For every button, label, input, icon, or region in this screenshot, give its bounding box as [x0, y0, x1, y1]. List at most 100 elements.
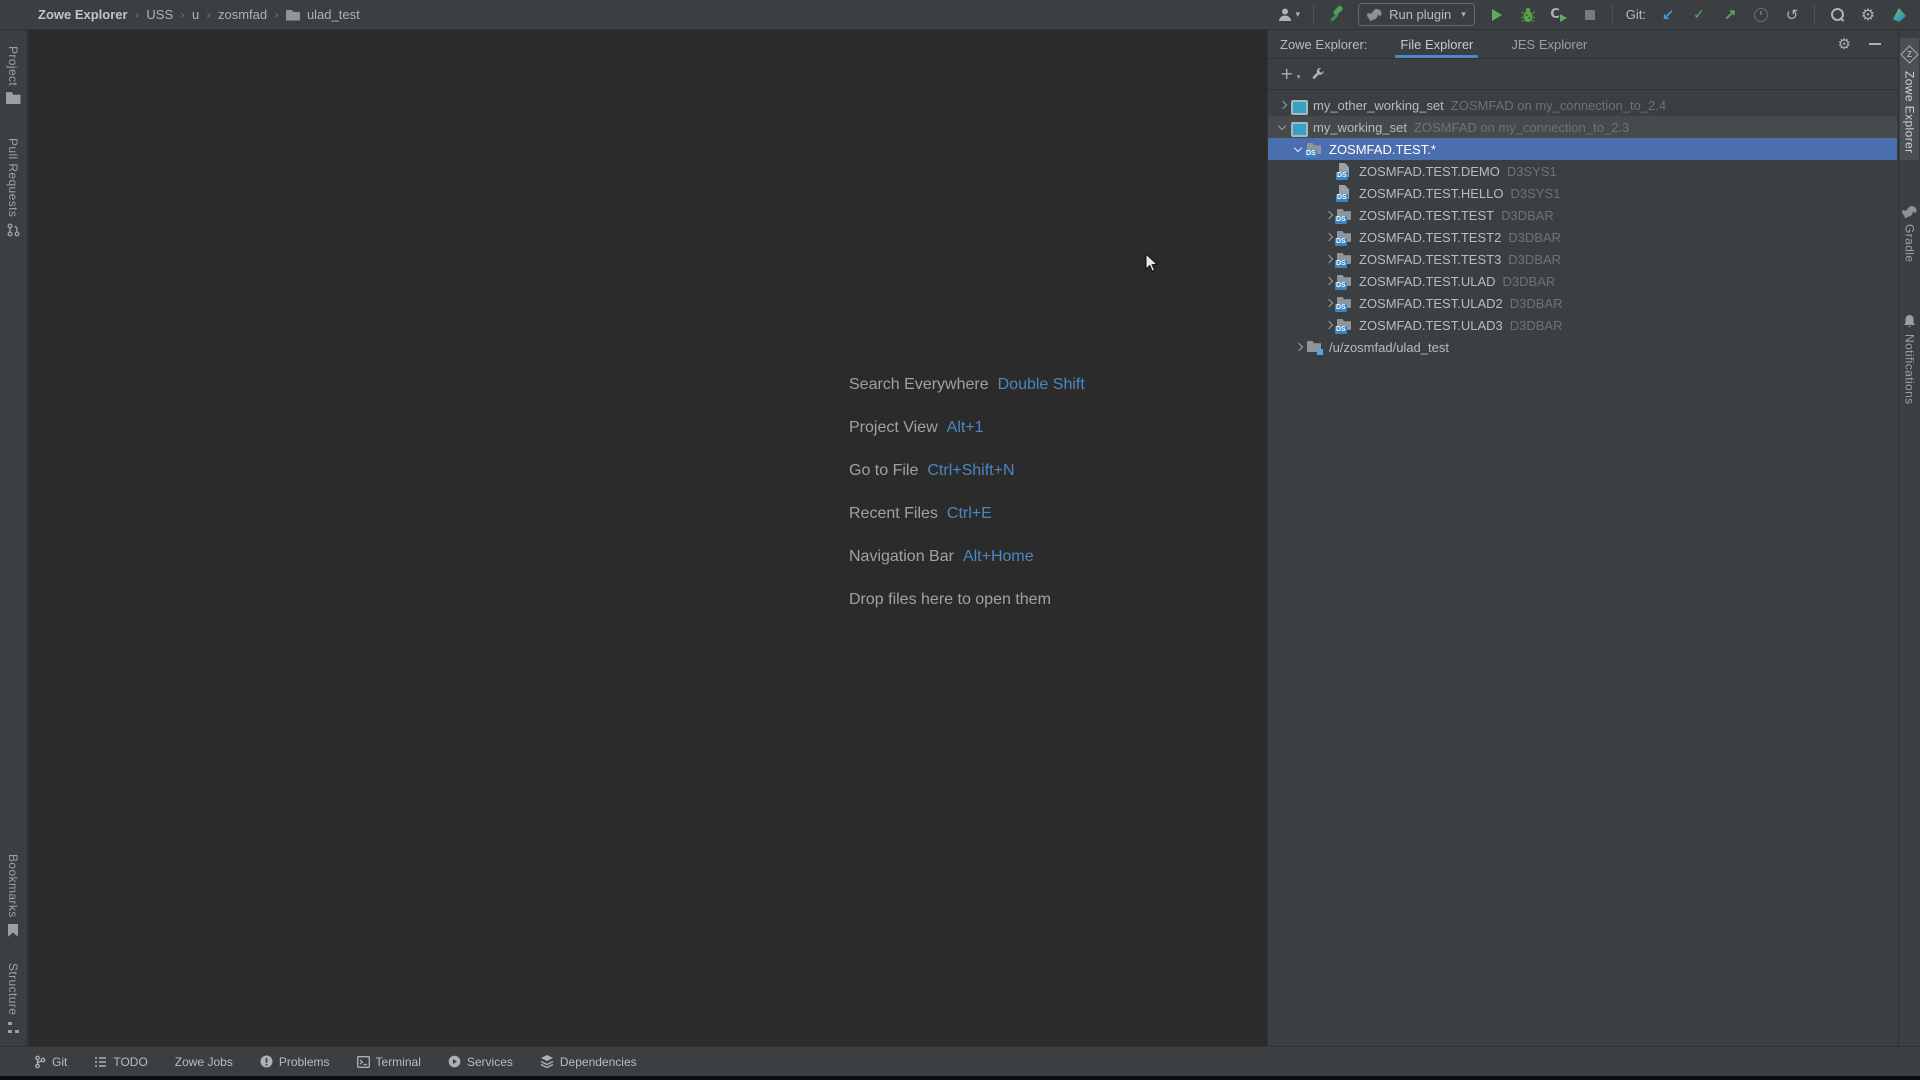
chevron-right-icon[interactable] [1320, 295, 1336, 311]
breadcrumb-separator: › [180, 8, 185, 22]
toolwindow-dependencies[interactable]: Dependencies [540, 1055, 637, 1069]
run-configuration-select[interactable]: Run plugin ▾ [1358, 3, 1475, 26]
toolwindow-terminal[interactable]: Terminal [357, 1055, 421, 1069]
toolwindow-zowe-jobs[interactable]: Zowe Jobs [175, 1055, 233, 1069]
shortcut-label: Navigation Bar [849, 548, 954, 566]
toolwindow-problems[interactable]: Problems [260, 1055, 330, 1069]
tab-jes-explorer[interactable]: JES Explorer [1506, 30, 1592, 58]
tab-file-explorer[interactable]: File Explorer [1395, 30, 1478, 58]
tree-row[interactable]: ZOSMFAD.TEST.TESTD3DBAR [1268, 204, 1897, 226]
tree-item-name: ZOSMFAD.TEST.TEST [1359, 208, 1494, 223]
search-everywhere-icon[interactable] [1828, 4, 1846, 26]
debug-icon[interactable] [1519, 4, 1537, 26]
tree-row[interactable]: ZOSMFAD.TEST.TEST3D3DBAR [1268, 248, 1897, 270]
ds-folder-icon [1306, 141, 1323, 157]
chevron-right-icon[interactable] [1320, 207, 1336, 223]
shortcut-label: Go to File [849, 462, 918, 480]
tree-row[interactable]: ZOSMFAD.TEST.ULAD2D3DBAR [1268, 292, 1897, 314]
shortcut-label: Search Everywhere [849, 376, 989, 394]
ds-file-icon [1336, 185, 1353, 201]
stripe-button-pull-requests[interactable]: Pull Requests [4, 132, 23, 243]
breadcrumb: Zowe Explorer › USS › u › zosmfad › ulad… [0, 7, 360, 22]
right-tool-window-stripe: Z Zowe Explorer Gradle Notifications [1898, 30, 1920, 1046]
ds-folder-icon [1336, 207, 1353, 223]
git-commit-icon[interactable]: ✓ [1690, 4, 1708, 26]
chevron-right-icon[interactable] [1320, 229, 1336, 245]
folder-icon [6, 92, 21, 104]
stripe-button-zowe-explorer[interactable]: Z Zowe Explorer [1900, 38, 1919, 160]
divider [1313, 5, 1314, 24]
mouse-cursor [1145, 253, 1159, 278]
settings-gear-icon[interactable]: ⚙ [1859, 4, 1877, 26]
chevron-down-icon[interactable] [1274, 119, 1290, 135]
left-tool-window-stripe: Project Pull Requests Bookmarks Structur… [0, 30, 27, 1046]
tree-row[interactable]: ZOSMFAD.TEST.ULAD3D3DBAR [1268, 314, 1897, 336]
breadcrumb-item[interactable]: Zowe Explorer [38, 7, 128, 22]
bookmark-icon [8, 924, 18, 937]
stripe-button-structure[interactable]: Structure [4, 957, 22, 1040]
git-push-icon[interactable]: ↗ [1721, 4, 1739, 26]
tree-row[interactable]: my_working_setZOSMFAD on my_connection_t… [1268, 116, 1897, 138]
plugin-gem-icon[interactable] [1890, 4, 1908, 26]
git-update-icon[interactable]: ↙ [1659, 4, 1677, 26]
user-dropdown-icon[interactable]: ▾ [1277, 4, 1301, 26]
chevron-right-icon[interactable] [1320, 273, 1336, 289]
stripe-button-gradle[interactable]: Gradle [1900, 200, 1919, 268]
tree-row[interactable]: ZOSMFAD.TEST.* [1268, 138, 1897, 160]
tree-row[interactable]: ZOSMFAD.TEST.HELLOD3SYS1 [1268, 182, 1897, 204]
problems-icon [260, 1055, 273, 1068]
shortcut-key: Ctrl+Shift+N [927, 462, 1014, 480]
services-icon [448, 1055, 461, 1068]
run-icon[interactable] [1488, 4, 1506, 26]
tree-row[interactable]: ZOSMFAD.TEST.DEMOD3SYS1 [1268, 160, 1897, 182]
chevron-right-icon[interactable] [1320, 317, 1336, 333]
stripe-button-notifications[interactable]: Notifications [1900, 308, 1919, 411]
tree-row[interactable]: /u/zosmfad/ulad_test [1268, 336, 1897, 358]
chevron-down-icon[interactable] [1290, 141, 1306, 157]
wrench-icon[interactable] [1311, 67, 1325, 81]
chevron-right-icon[interactable] [1320, 251, 1336, 267]
shortcut-key: Ctrl+E [947, 505, 992, 523]
stripe-button-project[interactable]: Project [4, 40, 23, 110]
file-tree: my_other_working_setZOSMFAD on my_connec… [1268, 90, 1897, 358]
panel-title: Zowe Explorer: [1280, 37, 1367, 52]
git-branch-icon [34, 1055, 46, 1069]
tree-item-name: my_working_set [1313, 120, 1407, 135]
drop-files-hint: Drop files here to open them [849, 591, 1051, 609]
breadcrumb-item[interactable]: ulad_test [307, 7, 360, 22]
chevron-right-icon[interactable] [1290, 339, 1306, 355]
run-with-coverage-icon[interactable]: C [1550, 4, 1568, 26]
toolwindow-services[interactable]: Services [448, 1055, 513, 1069]
tree-row[interactable]: my_other_working_setZOSMFAD on my_connec… [1268, 94, 1897, 116]
history-icon[interactable] [1752, 4, 1770, 26]
toolwindow-todo[interactable]: TODO [94, 1055, 147, 1069]
toolwindow-label: Problems [279, 1055, 330, 1069]
ds-folder-icon [1336, 251, 1353, 267]
add-icon[interactable]: + [1280, 66, 1293, 82]
toolwindow-label: Dependencies [560, 1055, 637, 1069]
gear-icon[interactable]: ⚙ [1838, 35, 1851, 53]
stripe-label: Notifications [1903, 334, 1917, 405]
chevron-right-icon[interactable] [1274, 97, 1290, 113]
stop-icon[interactable] [1581, 4, 1599, 26]
tree-item-name: /u/zosmfad/ulad_test [1329, 340, 1449, 355]
breadcrumb-item[interactable]: u [192, 7, 199, 22]
stripe-button-bookmarks[interactable]: Bookmarks [4, 848, 22, 943]
tree-row[interactable]: ZOSMFAD.TEST.TEST2D3DBAR [1268, 226, 1897, 248]
stripe-label: Zowe Explorer [1903, 71, 1917, 154]
breadcrumb-item[interactable]: USS [146, 7, 173, 22]
uss-folder-icon [1306, 339, 1323, 355]
breadcrumb-item[interactable]: zosmfad [218, 7, 267, 22]
top-toolbar: Zowe Explorer › USS › u › zosmfad › ulad… [0, 0, 1920, 30]
undo-icon[interactable]: ↺ [1783, 4, 1801, 26]
minimize-icon[interactable] [1869, 43, 1881, 45]
toolwindow-git[interactable]: Git [34, 1055, 67, 1069]
gradle-icon [1367, 9, 1382, 21]
ds-folder-icon [1336, 229, 1353, 245]
tree-row[interactable]: ZOSMFAD.TEST.ULADD3DBAR [1268, 270, 1897, 292]
toolbar-run-controls: ▾ Run plugin ▾ C Git: ↙ ✓ ↗ ↺ ⚙ [1277, 3, 1920, 26]
working-set-icon [1290, 97, 1307, 113]
build-hammer-icon[interactable] [1327, 4, 1345, 26]
zowe-icon: Z [1900, 45, 1918, 63]
toolwindow-label: Zowe Jobs [175, 1055, 233, 1069]
